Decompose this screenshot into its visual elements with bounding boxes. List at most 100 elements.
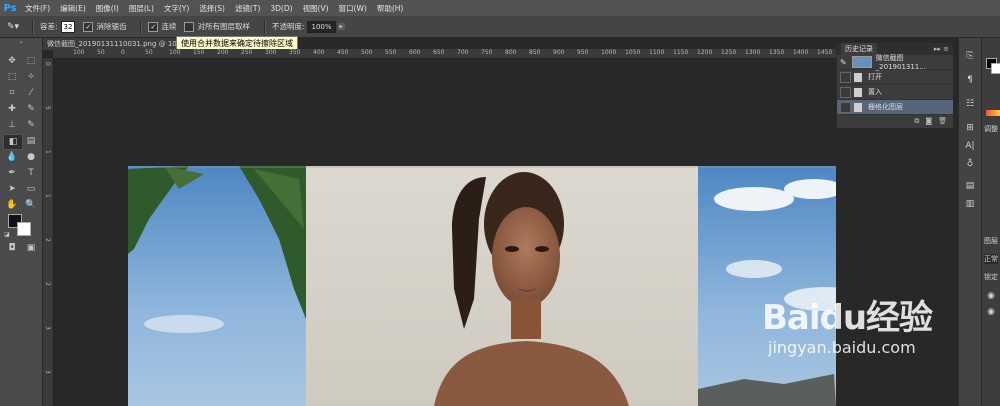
menu-bar: Ps 文件(F) 编辑(E) 图像(I) 图层(L) 文字(Y) 选择(S) 滤…	[0, 0, 1000, 16]
pen-tool-icon[interactable]: ✒	[3, 166, 21, 180]
panel-menu-icon[interactable]: ▸▸ ≡	[934, 45, 949, 53]
history-item[interactable]: 打开	[837, 70, 953, 85]
history-source-checkbox[interactable]	[840, 86, 851, 98]
trash-icon[interactable]: 🗑	[938, 117, 947, 125]
history-panel-title[interactable]: 历史记录	[841, 43, 877, 55]
background-color-swatch[interactable]	[17, 222, 31, 236]
history-item-selected[interactable]: 栅格化图层	[837, 100, 953, 115]
tolerance-label: 容差:	[40, 22, 58, 31]
eye-icon[interactable]: ◉	[985, 306, 997, 318]
history-footer: ⧉ ◙ 🗑	[837, 115, 953, 127]
history-brush-tool-icon[interactable]: ✎	[22, 118, 40, 132]
menu-help[interactable]: 帮助(H)	[372, 3, 409, 14]
properties-icon[interactable]: ☷	[964, 98, 976, 110]
shape-tool-icon[interactable]: ▭	[22, 182, 40, 196]
tool-preset-icon[interactable]: ✎▾	[0, 22, 26, 32]
layers-label[interactable]: 图层	[984, 236, 998, 246]
screen-mode-icon[interactable]: ▣	[22, 241, 40, 255]
contiguous-option[interactable]: ✓ 连续	[148, 21, 176, 32]
character-icon[interactable]: A|	[964, 140, 976, 152]
opacity-input[interactable]: 100%	[307, 20, 336, 33]
all-layers-option[interactable]: 对所有图层取样	[184, 21, 250, 32]
all-layers-checkbox[interactable]	[184, 21, 195, 32]
zoom-tool-icon[interactable]: 🔍	[22, 198, 40, 212]
paragraph-icon[interactable]: ¶	[964, 74, 976, 86]
ruler-top-tick-label: 100	[169, 49, 181, 56]
menu-3d[interactable]: 3D(D)	[265, 4, 297, 13]
ruler-left-tick-label: 5	[44, 106, 51, 110]
tools-panel: » ✥ ⬚ ⬚ ✧ ⌗ ⁄ ✚ ✎ ⊥ ✎ ◧ ▤ 💧 ● ✒ T ➤ ▭ ✋ …	[0, 38, 43, 406]
menu-layer[interactable]: 图层(L)	[124, 3, 159, 14]
color-swatch-white[interactable]	[991, 63, 1000, 74]
ruler-top-tick-label: 1300	[745, 49, 761, 56]
ruler-top-tick-label: 550	[385, 49, 397, 56]
path-selection-tool-icon[interactable]: ➤	[3, 182, 21, 196]
artboard-tool-icon[interactable]: ⬚	[22, 54, 40, 68]
new-document-from-state-icon[interactable]: ⧉	[914, 117, 919, 126]
blend-mode-select[interactable]: 正常	[984, 254, 998, 264]
menu-image[interactable]: 图像(I)	[91, 3, 124, 14]
marquee-tool-icon[interactable]: ⬚	[3, 70, 21, 84]
eraser-tool-icon[interactable]: ◧	[3, 134, 23, 150]
menu-window[interactable]: 窗口(W)	[334, 3, 372, 14]
contiguous-checkbox[interactable]: ✓	[148, 21, 159, 32]
brush-tool-icon[interactable]: ✎	[22, 102, 40, 116]
gradient-tool-icon[interactable]: ▤	[22, 134, 40, 148]
history-source-checkbox[interactable]	[840, 101, 851, 113]
history-panel: 历史记录 ▸▸ ≡ ✎ 微信截图_201901311... 打开 置入 栅格化图…	[836, 42, 954, 129]
ruler-top-tick-label: 750	[481, 49, 493, 56]
camera-icon[interactable]: ◙	[925, 117, 932, 125]
info-icon[interactable]: ▥	[964, 198, 976, 210]
ruler-top-tick-label: 0	[121, 49, 125, 56]
clone-stamp-tool-icon[interactable]: ⊥	[3, 118, 21, 132]
magic-wand-tool-icon[interactable]: ✧	[22, 70, 40, 84]
menu-file[interactable]: 文件(F)	[20, 3, 55, 14]
ruler-left-tick-label: 3	[44, 326, 51, 330]
tolerance-input[interactable]: 32	[60, 20, 76, 33]
history-item-label: 置入	[868, 88, 882, 96]
ruler-left-tick-label: 2	[44, 238, 51, 242]
ruler-top-tick-label: 350	[289, 49, 301, 56]
antialias-option[interactable]: ✓ 消除锯齿	[83, 21, 126, 32]
eye-icon[interactable]: ◉	[985, 290, 997, 302]
history-item[interactable]: 置入	[837, 85, 953, 100]
menu-select[interactable]: 选择(S)	[194, 3, 230, 14]
crop-tool-icon[interactable]: ⌗	[3, 86, 21, 100]
layer-comps-icon[interactable]: ⊞	[964, 122, 976, 134]
brush-source-icon[interactable]: ✎	[840, 58, 849, 67]
ruler-top-tick-label: 50	[97, 49, 105, 56]
document-icon	[854, 72, 862, 82]
adjustments-label[interactable]: 调整	[984, 124, 998, 134]
ruler-top-tick-label: 250	[241, 49, 253, 56]
paths-icon[interactable]: ♁	[964, 158, 976, 170]
ruler-top-tick-label: 150	[193, 49, 205, 56]
move-tool-icon[interactable]: ✥	[3, 54, 21, 68]
menu-filter[interactable]: 滤镜(T)	[230, 3, 265, 14]
blur-tool-icon[interactable]: 💧	[3, 150, 21, 164]
menu-type[interactable]: 文字(Y)	[159, 3, 194, 14]
collapse-icon[interactable]: »	[2, 40, 40, 46]
ruler-top-tick-label: 600	[409, 49, 421, 56]
hand-tool-icon[interactable]: ✋	[3, 198, 21, 212]
menu-edit[interactable]: 编辑(E)	[55, 3, 91, 14]
all-layers-label: 对所有图层取样	[197, 22, 250, 31]
ruler-top-tick-label: 900	[553, 49, 565, 56]
notes-icon[interactable]: ▤	[964, 180, 976, 192]
opacity-dropdown-icon[interactable]: ▸	[337, 23, 345, 30]
history-panel-icon[interactable]: ⎘	[964, 50, 976, 62]
type-tool-icon[interactable]: T	[22, 166, 40, 180]
healing-tool-icon[interactable]: ✚	[3, 102, 21, 116]
eyedropper-tool-icon[interactable]: ⁄	[22, 86, 40, 100]
watermark-brand: Baidu经验	[762, 298, 933, 338]
menu-view[interactable]: 视图(V)	[298, 3, 334, 14]
contiguous-label: 连续	[161, 22, 177, 31]
history-snapshot[interactable]: ✎ 微信截图_201901311...	[837, 54, 953, 71]
canvas-area[interactable]	[54, 59, 836, 406]
ruler-top-tick-label: 1250	[721, 49, 737, 56]
default-colors-icon[interactable]: ◪	[4, 231, 10, 238]
antialias-checkbox[interactable]: ✓	[83, 21, 94, 32]
ruler-top-tick-label: 100	[73, 49, 85, 56]
dodge-tool-icon[interactable]: ●	[22, 150, 40, 164]
history-source-checkbox[interactable]	[840, 71, 851, 83]
quick-mask-icon[interactable]: ◘	[3, 241, 21, 255]
